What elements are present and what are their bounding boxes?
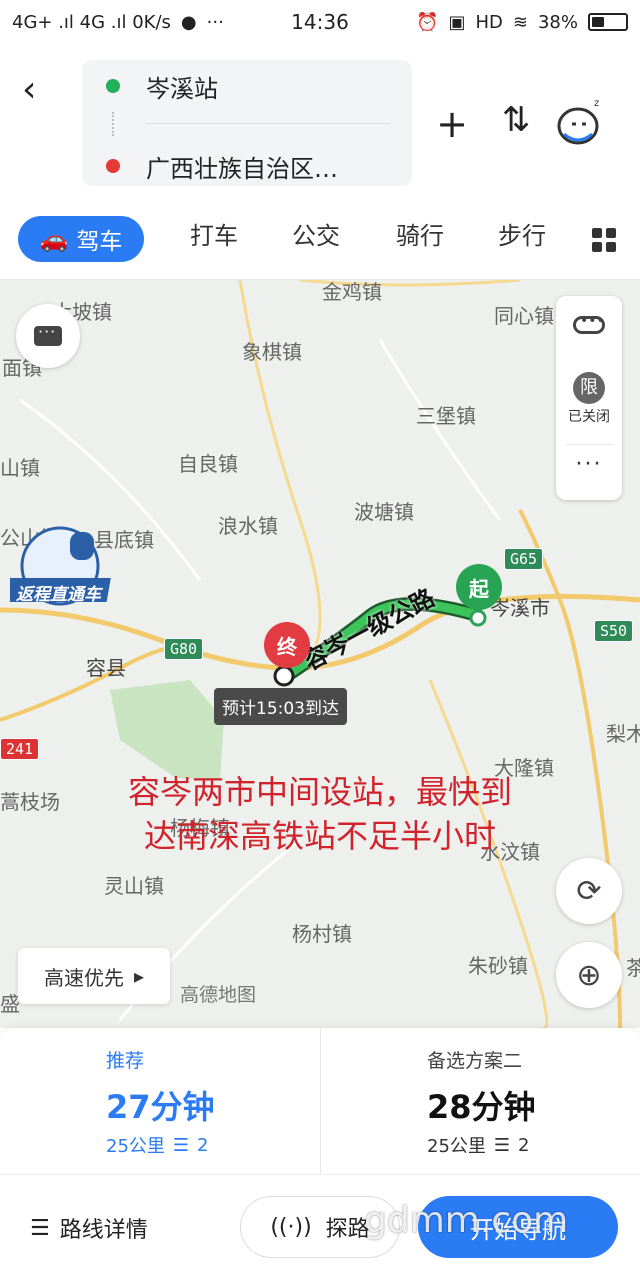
clock: 14:36 — [291, 10, 349, 34]
car-icon: 🚗 — [39, 226, 69, 253]
destination-text: 广西壮族自治区… — [146, 154, 338, 183]
origin-row[interactable]: 岑溪站 — [82, 60, 412, 112]
place-label: 金鸡镇 — [322, 280, 382, 304]
road-sign: S50 — [594, 620, 634, 642]
more-tools-icon[interactable]: ··· — [556, 452, 622, 477]
svg-text:z: z — [594, 98, 599, 109]
wifi-icon: ≋ — [512, 11, 528, 33]
place-label: 三堡镇 — [416, 404, 476, 428]
route-details-label: 路线详情 — [59, 1218, 148, 1243]
place-label: 灵山镇 — [104, 874, 164, 898]
place-label: 杨村镇 — [292, 922, 352, 946]
broadcast-icon: ((·)) — [270, 1214, 312, 1240]
voice-assistant-icon[interactable]: z — [556, 96, 602, 146]
limit-badge: 限 — [573, 372, 605, 404]
place-label: 盛 — [0, 992, 20, 1016]
chat-bubble-icon — [34, 322, 62, 346]
hd-label: HD — [475, 11, 503, 33]
tab-taxi[interactable]: 打车 — [190, 216, 238, 251]
end-pin[interactable]: 终 — [264, 622, 310, 668]
eta-badge: 预计15:03到达 — [214, 688, 347, 725]
route-input-box: 岑溪站 广西壮族自治区… — [82, 60, 412, 186]
panel-divider — [566, 444, 612, 445]
locate-me-icon[interactable]: ⊕ — [556, 942, 622, 1008]
place-label: 茶 — [626, 956, 640, 980]
back-arrow-icon[interactable]: ‹ — [22, 70, 62, 110]
road-sign: G65 — [504, 548, 544, 570]
place-label: 同心镇 — [494, 304, 554, 328]
start-pin[interactable]: 起 — [456, 564, 502, 610]
route-header: ‹ 岑溪站 广西壮族自治区… + ⇅ z — [0, 44, 640, 194]
tab-walk[interactable]: 步行 — [498, 216, 546, 251]
plan-distance: 25公里 — [106, 1136, 165, 1157]
return-shuttle-promo[interactable]: 返程直通车 — [10, 526, 120, 606]
destination-dot-icon — [106, 159, 120, 173]
refresh-route-icon[interactable]: ⟳ — [556, 858, 622, 924]
battery-icon — [588, 13, 628, 31]
plan-lights: 2 — [518, 1134, 530, 1156]
alarm-icon: ⏰ — [416, 11, 439, 33]
map-tools-panel: ••• 限 已关闭 ··· — [556, 296, 622, 500]
play-arrow-icon: ▸ — [133, 964, 145, 988]
destination-row[interactable]: 广西壮族自治区… — [82, 146, 412, 186]
map-brand-logo: 高德地图 — [180, 984, 257, 1006]
network-status: 4G+ .ıl 4G .ıl 0K/s — [12, 11, 171, 33]
place-label: 象棋镇 — [242, 340, 302, 364]
promo-text: 返程直通车 — [16, 585, 101, 605]
plan-alternative[interactable]: 备选方案二 28分钟 25公里 ☰ 2 — [320, 1028, 640, 1174]
limit-status: 已关闭 — [568, 409, 610, 425]
speed-preference-label: 高速优先 — [43, 965, 124, 990]
message-button[interactable] — [16, 304, 80, 368]
tab-bus[interactable]: 公交 — [292, 216, 340, 251]
route-connector — [112, 112, 114, 136]
plan-lights: 2 — [197, 1134, 209, 1156]
tab-drive[interactable]: 🚗 驾车 — [18, 216, 144, 262]
traffic-light-icon: ☰ — [172, 1134, 190, 1156]
place-label: 自良镇 — [178, 452, 238, 476]
status-more: ··· — [206, 11, 224, 33]
news-caption-line1: 容岑两市中间设站，最快到 — [127, 773, 512, 811]
route-options-icon[interactable]: ••• — [556, 313, 622, 334]
route-details-button[interactable]: ☰ 路线详情 — [30, 1212, 148, 1244]
plan-distance-row: 25公里 ☰ 2 — [427, 1132, 530, 1158]
place-label: 山镇 — [0, 456, 40, 480]
travel-mode-tabs: 🚗 驾车 打车 公交 骑行 步行 — [0, 194, 640, 280]
traffic-limit-toggle[interactable]: 限 已关闭 — [556, 372, 622, 426]
add-waypoint-icon[interactable]: + — [432, 102, 472, 146]
list-icon: ☰ — [30, 1215, 50, 1241]
road-sign: 241 — [0, 738, 40, 760]
route-plans-sheet: 推荐 27分钟 25公里 ☰ 2 备选方案二 28分钟 25公里 ☰ 2 ☰ 路… — [0, 1028, 640, 1280]
plan-distance-row: 25公里 ☰ 2 — [106, 1132, 209, 1158]
route-divider — [146, 123, 390, 124]
origin-text: 岑溪站 — [146, 74, 218, 103]
status-bar: 4G+ .ıl 4G .ıl 0K/s ● ··· 14:36 ⏰ ▣ HD ≋… — [0, 0, 640, 44]
tab-bike[interactable]: 骑行 — [396, 216, 444, 251]
plan-duration: 27分钟 — [106, 1088, 215, 1126]
plan-duration: 28分钟 — [427, 1088, 536, 1126]
plan-recommended[interactable]: 推荐 27分钟 25公里 ☰ 2 — [0, 1028, 320, 1174]
plan-distance: 25公里 — [427, 1136, 486, 1157]
plan-label: 备选方案二 — [427, 1050, 523, 1072]
map-view[interactable]: 金鸡镇 大坡镇 同心镇 象棋镇 三堡镇 面镇 自良镇 山镇 浪水镇 波塘镇 公山… — [0, 280, 640, 1028]
highway-priority-button[interactable]: 高速优先 ▸ — [18, 948, 170, 1004]
sheet-divider — [0, 1174, 640, 1175]
place-label: 浪水镇 — [218, 514, 278, 538]
place-label: 波塘镇 — [354, 500, 414, 524]
traffic-light-icon: ☰ — [493, 1134, 511, 1156]
place-label: 朱砂镇 — [468, 954, 528, 978]
origin-dot-icon — [106, 79, 120, 93]
qq-icon: ● — [180, 11, 197, 33]
place-label: 容县 — [86, 656, 126, 680]
place-label: 梨木 — [606, 722, 640, 746]
tab-drive-label: 驾车 — [76, 229, 123, 255]
swap-route-icon[interactable]: ⇅ — [496, 100, 536, 140]
site-watermark: gdmm.com — [364, 1200, 569, 1241]
vibrate-icon: ▣ — [448, 11, 466, 33]
more-modes-icon[interactable] — [592, 228, 616, 252]
battery-percent: 38% — [537, 11, 578, 33]
plan-label: 推荐 — [106, 1050, 145, 1072]
news-caption-line2: 达南深高铁站不足半小时 — [143, 817, 496, 855]
road-sign: G80 — [164, 638, 204, 660]
